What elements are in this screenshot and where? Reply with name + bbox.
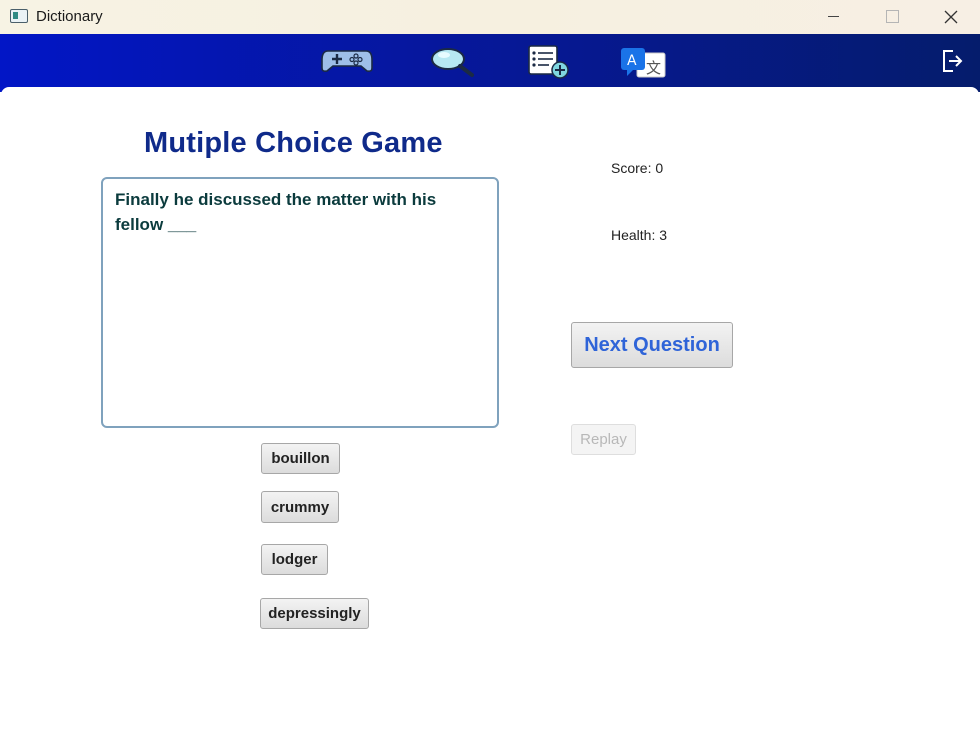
game-button[interactable]	[320, 48, 374, 79]
score-label: Score: 0	[611, 160, 664, 176]
answer-option-button[interactable]: crummy	[261, 491, 339, 523]
add-list-icon	[528, 45, 569, 79]
logout-button[interactable]	[940, 48, 964, 79]
add-words-button[interactable]	[527, 44, 571, 85]
maximize-button[interactable]	[868, 0, 914, 34]
magnifier-icon	[431, 48, 474, 77]
translate-button[interactable]: 文 A	[619, 46, 667, 83]
minimize-button[interactable]	[810, 0, 856, 34]
health-label: Health: 3	[611, 227, 668, 243]
window-title-bar: Dictionary	[0, 0, 980, 34]
search-button[interactable]	[428, 46, 478, 83]
main-toolbar: 文 A	[0, 34, 980, 92]
answer-option-button[interactable]: depressingly	[260, 598, 369, 629]
logout-icon	[943, 50, 963, 72]
game-controller-icon	[321, 50, 373, 72]
answer-option-button[interactable]: bouillon	[261, 443, 340, 474]
svg-text:文: 文	[646, 59, 661, 77]
replay-button[interactable]: Replay	[571, 424, 636, 455]
next-question-button[interactable]: Next Question	[571, 322, 733, 368]
answer-option-button[interactable]: lodger	[261, 544, 328, 575]
translate-icon: 文 A	[621, 48, 666, 78]
window-title: Dictionary	[36, 8, 103, 25]
close-icon	[944, 10, 958, 24]
question-box: Finally he discussed the matter with his…	[101, 177, 499, 428]
app-icon	[10, 9, 28, 23]
question-text: Finally he discussed the matter with his…	[115, 190, 437, 234]
page-title: Mutiple Choice Game	[144, 127, 443, 159]
svg-text:A: A	[627, 53, 637, 69]
close-button[interactable]	[928, 0, 974, 34]
